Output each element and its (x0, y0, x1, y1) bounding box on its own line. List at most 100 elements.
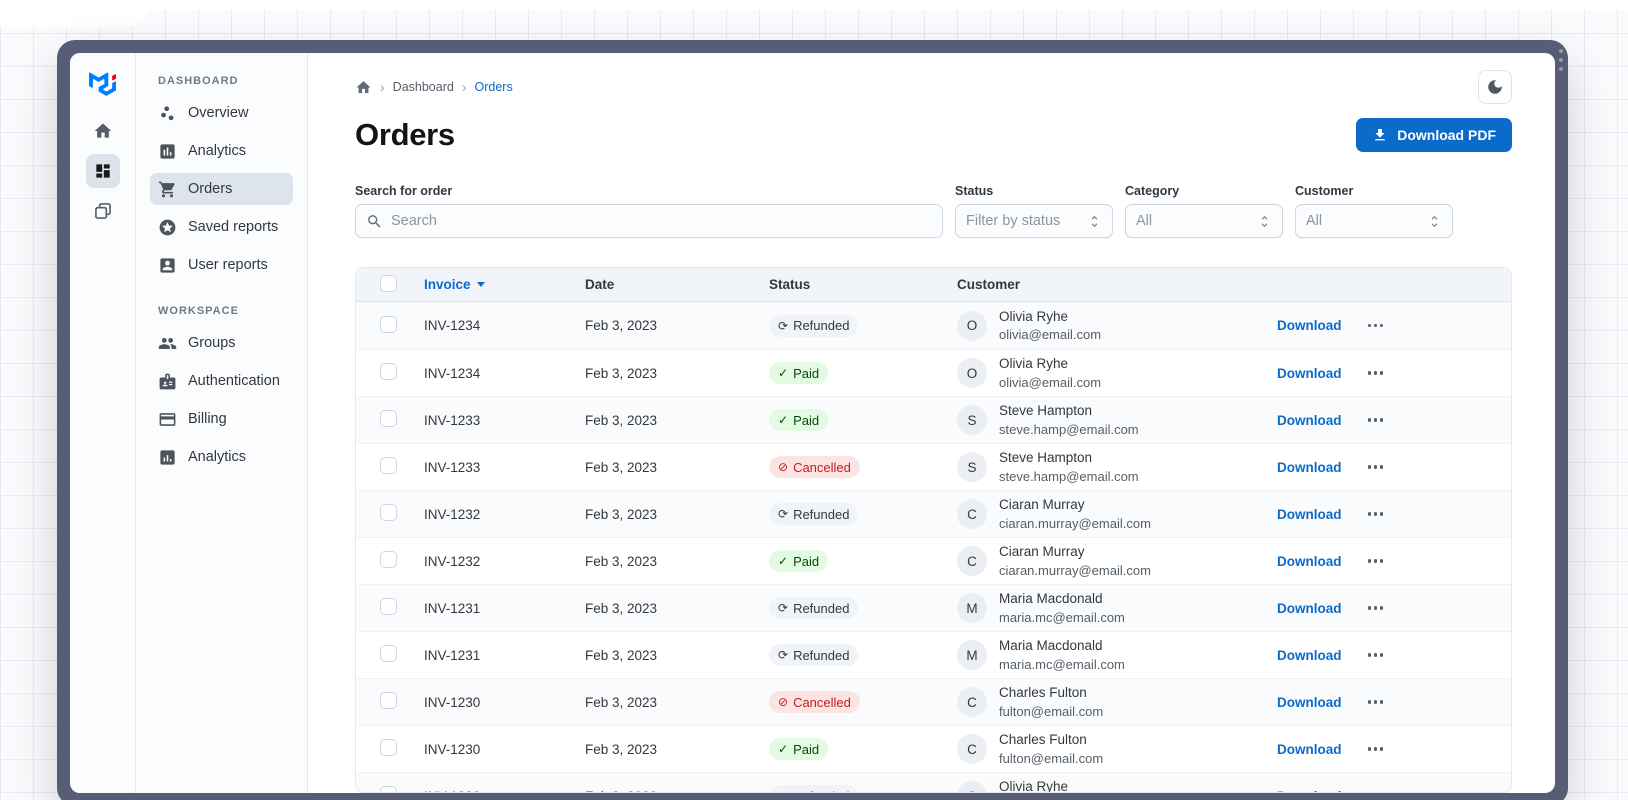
column-header-invoice[interactable]: Invoice (424, 277, 585, 292)
row-checkbox[interactable] (380, 786, 397, 793)
sidebar-item-groups[interactable]: Groups (150, 327, 293, 359)
sidebar-item-billing[interactable]: Billing (150, 403, 293, 435)
row-checkbox[interactable] (380, 645, 397, 663)
download-link[interactable]: Download (1277, 601, 1342, 616)
customer-email: ciaran.murray@email.com (999, 515, 1151, 531)
mui-logo[interactable] (85, 66, 121, 102)
table-row: INV-1232 Feb 3, 2023 ✓ Paid C Ciaran Mur… (356, 537, 1511, 584)
customer-select[interactable]: All (1295, 204, 1453, 239)
avatar: C (957, 546, 987, 577)
row-more-button[interactable] (1364, 743, 1388, 755)
category-select[interactable]: All (1125, 204, 1283, 239)
mui-logo-icon (89, 72, 116, 96)
date-cell: Feb 3, 2023 (585, 553, 658, 569)
status-select[interactable]: Filter by status (955, 204, 1113, 239)
row-more-button[interactable] (1364, 461, 1388, 473)
table-row: INV-1229 Feb 3, 2023 ⟳ Refunded O Olivia… (356, 772, 1511, 793)
home-icon (356, 80, 371, 93)
breadcrumb-dashboard-link[interactable]: Dashboard (393, 80, 454, 94)
date-cell: Feb 3, 2023 (585, 506, 658, 522)
avatar: C (957, 687, 987, 718)
sidebar-item-analytics[interactable]: Analytics (150, 135, 293, 167)
avatar: S (957, 452, 987, 483)
row-more-button[interactable] (1364, 555, 1388, 567)
category-select-value: All (1136, 213, 1153, 230)
credit-card-icon (159, 412, 176, 426)
download-link[interactable]: Download (1277, 648, 1342, 663)
row-more-button[interactable] (1364, 414, 1388, 426)
sidebar-item-saved-reports[interactable]: Saved reports (150, 211, 293, 243)
icon-rail (70, 53, 136, 793)
customer-name: Olivia Ryhe (999, 308, 1069, 324)
row-more-button[interactable] (1364, 508, 1388, 520)
row-more-button[interactable] (1364, 790, 1388, 792)
breadcrumb-orders-current: Orders (474, 80, 513, 95)
invoice-cell: INV-1233 (424, 459, 481, 475)
row-checkbox[interactable] (380, 551, 397, 569)
column-header-date: Date (585, 277, 615, 293)
status-chip: ✓ Paid (769, 362, 829, 385)
table-row: INV-1232 Feb 3, 2023 ⟳ Refunded C Ciaran… (356, 490, 1511, 538)
download-link[interactable]: Download (1277, 695, 1342, 710)
search-input[interactable] (391, 213, 932, 230)
filters-row: Search for order Status Filter by status (355, 184, 1512, 239)
date-cell: Feb 3, 2023 (585, 318, 658, 334)
rail-home-button[interactable] (86, 114, 120, 148)
row-more-button[interactable] (1364, 320, 1388, 332)
search-control (355, 204, 943, 239)
row-more-button[interactable] (1364, 696, 1388, 708)
row-checkbox[interactable] (380, 598, 397, 616)
avatar: O (957, 310, 987, 341)
download-link[interactable]: Download (1277, 413, 1342, 428)
unfold-chevrons-icon (1427, 214, 1442, 229)
scatter-icon (161, 105, 174, 120)
download-pdf-button[interactable]: Download PDF (1356, 118, 1512, 153)
sidebar-item-analytics-workspace[interactable]: Analytics (150, 441, 293, 473)
status-chip: ⊘ Cancelled (769, 691, 860, 714)
row-more-button[interactable] (1364, 649, 1388, 661)
dashboard-grid-icon (95, 164, 110, 178)
status-chip-icon: ⊘ (778, 460, 789, 475)
row-checkbox[interactable] (380, 315, 397, 333)
customer-email: ciaran.murray@email.com (999, 562, 1151, 578)
date-cell: Feb 3, 2023 (585, 741, 658, 757)
download-icon (1375, 129, 1385, 141)
row-more-button[interactable] (1364, 367, 1388, 379)
window-frame-handle (1559, 49, 1563, 71)
chevron-right-icon: › (461, 79, 467, 96)
row-checkbox[interactable] (380, 692, 397, 710)
sidebar-item-authentication[interactable]: Authentication (150, 365, 293, 397)
select-all-checkbox[interactable] (380, 274, 397, 292)
sort-desc-icon (476, 282, 485, 291)
row-checkbox[interactable] (380, 363, 397, 381)
download-link[interactable]: Download (1277, 554, 1342, 569)
customer-select-value: All (1306, 213, 1323, 230)
sidebar-item-overview[interactable]: Overview (150, 97, 293, 129)
dark-mode-toggle-button[interactable] (1478, 70, 1512, 105)
download-link[interactable]: Download (1277, 507, 1342, 522)
sidebar-item-user-reports[interactable]: User reports (150, 249, 293, 281)
status-chip-label: Refunded (793, 790, 849, 792)
page-background-strip (0, 0, 1628, 10)
row-checkbox[interactable] (380, 457, 397, 475)
customer-label: Customer (1295, 184, 1354, 199)
row-more-button[interactable] (1364, 602, 1388, 614)
customer-email: maria.mc@email.com (999, 609, 1125, 625)
download-link[interactable]: Download (1277, 742, 1342, 757)
download-link[interactable]: Download (1277, 366, 1342, 381)
download-link[interactable]: Download (1277, 460, 1342, 475)
sidebar-item-label: Saved reports (188, 219, 279, 235)
row-checkbox[interactable] (380, 410, 397, 428)
sidebar-item-orders[interactable]: Orders (150, 173, 293, 205)
download-pdf-label: Download PDF (1397, 127, 1496, 144)
download-link[interactable]: Download (1277, 789, 1342, 792)
customer-name: Maria Macdonald (999, 591, 1103, 607)
breadcrumb-home-button[interactable] (355, 79, 372, 96)
rail-layers-button[interactable] (86, 194, 120, 228)
row-checkbox[interactable] (380, 504, 397, 522)
people-icon (158, 337, 177, 349)
customer-email: olivia@email.com (999, 374, 1102, 390)
rail-dashboard-button[interactable] (85, 154, 120, 188)
row-checkbox[interactable] (380, 739, 397, 757)
download-link[interactable]: Download (1277, 318, 1342, 333)
